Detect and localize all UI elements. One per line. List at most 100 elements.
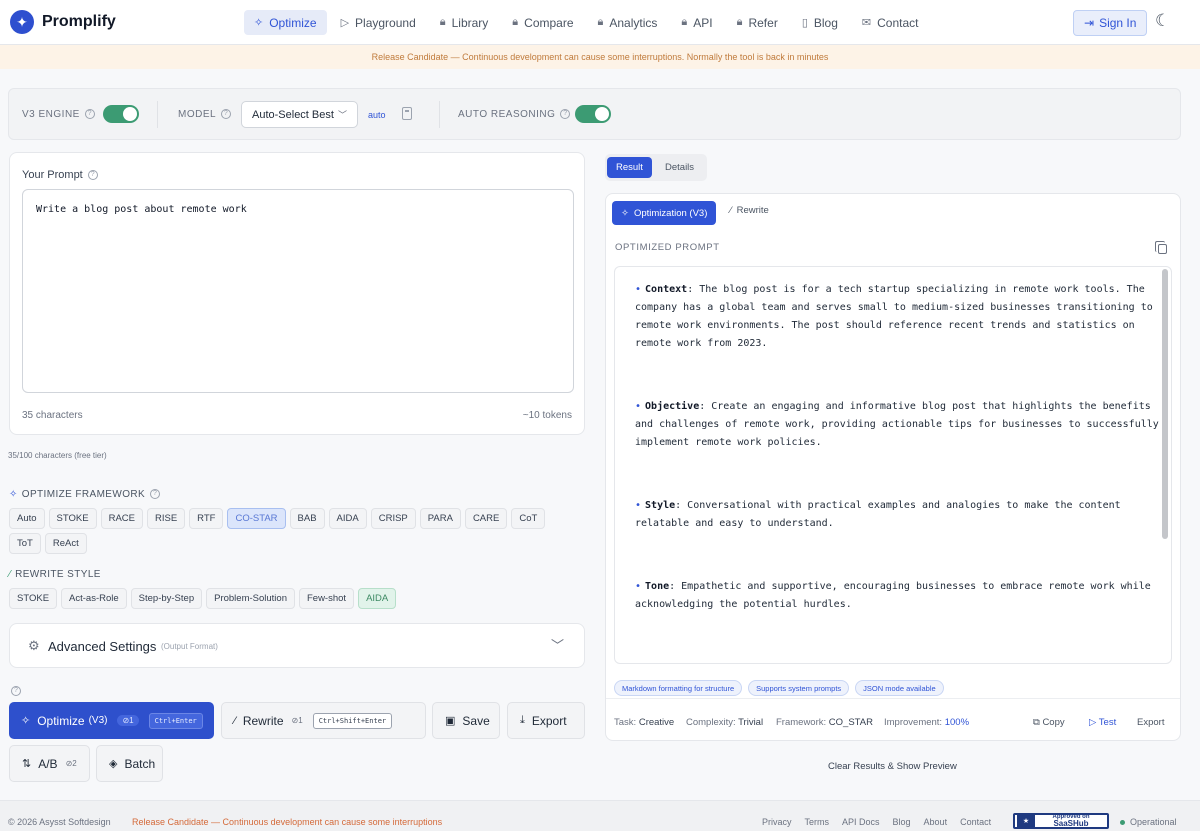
rewrite-style-chip-step-by-step[interactable]: Step-by-Step (130, 588, 203, 609)
lock-icon: 🔒︎ (736, 16, 743, 28)
rewrite-style-chip-few-shot[interactable]: Few-shot (298, 588, 355, 609)
framework-chip-rise[interactable]: RISE (146, 508, 186, 529)
framework-chip-cot[interactable]: CoT (511, 508, 546, 529)
help-icon[interactable]: ? (84, 109, 95, 120)
rewrite-style-chip-act-as-role[interactable]: Act-as-Role (61, 588, 127, 609)
sign-in-button[interactable]: ⇥ Sign In (1073, 10, 1148, 36)
model-select[interactable]: Auto-Select Best ﹀ (241, 101, 358, 128)
advanced-settings-subtitle: (Output Format) (161, 642, 218, 651)
help-icon[interactable]: ? (560, 109, 571, 120)
feature-tag-list: Markdown formatting for structure Support… (614, 680, 944, 696)
export-button[interactable]: ⤓ Export (507, 702, 585, 739)
nav-library[interactable]: 🔒︎ Library (430, 10, 499, 35)
advanced-settings-toggle[interactable]: ⚙ Advanced Settings (Output Format) ﹀ (9, 623, 585, 668)
clear-results-link[interactable]: Clear Results & Show Preview (828, 761, 957, 772)
nav-analytics[interactable]: 🔒︎ Analytics (588, 10, 668, 35)
help-icon[interactable]: ? (221, 109, 232, 120)
app-logo[interactable]: ✦ Promplify (10, 10, 116, 34)
gear-icon: ⚙ (28, 638, 40, 653)
help-icon[interactable]: ? (150, 489, 161, 500)
copy-icon[interactable] (1155, 241, 1167, 254)
footer-link-about[interactable]: About (924, 817, 948, 827)
footer-link-terms[interactable]: Terms (805, 817, 830, 827)
framework-chip-tot[interactable]: ToT (9, 533, 41, 554)
optimized-prompt-output: • Context: The blog post is for a tech st… (614, 266, 1172, 664)
calculator-icon[interactable] (402, 107, 412, 120)
framework-chip-care[interactable]: CARE (464, 508, 508, 529)
footer-link-api-docs[interactable]: API Docs (842, 817, 880, 827)
export-result-button[interactable]: Export (1137, 717, 1164, 728)
ab-test-button[interactable]: ⇅ A/B ⊘2 (9, 745, 90, 782)
tab-details[interactable]: Details (656, 157, 703, 178)
framework-chip-co-star[interactable]: CO-STAR (227, 508, 286, 529)
sparkles-icon: ✧ (21, 715, 31, 727)
footer-link-privacy[interactable]: Privacy (762, 817, 792, 827)
auto-link[interactable]: auto (368, 110, 386, 120)
framework-chip-aida[interactable]: AIDA (328, 508, 367, 529)
dark-mode-moon-icon[interactable]: ☾ (1155, 11, 1170, 31)
shortcut-hint: Ctrl+Enter (148, 712, 203, 729)
auto-reasoning-toggle[interactable] (575, 105, 611, 123)
footer-link-blog[interactable]: Blog (893, 817, 911, 827)
framework-chip-auto[interactable]: Auto (9, 508, 45, 529)
chevron-down-icon: ﹀ (337, 110, 347, 120)
improvement-meta: Improvement: 100% (884, 717, 970, 728)
rewrite-style-chip-stoke[interactable]: STOKE (9, 588, 58, 609)
nav-refer[interactable]: 🔒︎ Refer (727, 10, 788, 35)
prompt-textarea[interactable]: Write a blog post about remote work (22, 189, 574, 393)
framework-chip-stoke[interactable]: STOKE (48, 508, 97, 529)
result-panel: ✧ Optimization (V3) ⁄ Rewrite OPTIMIZED P… (605, 193, 1181, 741)
framework-chip-race[interactable]: RACE (100, 508, 143, 529)
framework-chip-crisp[interactable]: CRISP (370, 508, 416, 529)
free-tier-usage: 35/100 characters (free tier) (8, 451, 107, 460)
feature-tag: JSON mode available (855, 680, 944, 696)
framework-chip-react[interactable]: ReAct (44, 533, 87, 554)
nav-playground[interactable]: ▷ Playground (331, 10, 426, 35)
auto-reasoning-label: AUTO REASONING? (458, 109, 571, 120)
v3-engine-toggle[interactable] (103, 105, 139, 123)
book-icon: ▯ (801, 17, 808, 29)
credit-count: ⊘1 (291, 716, 303, 725)
batch-button[interactable]: ◈ Batch (96, 745, 163, 782)
nav-blog[interactable]: ▯ Blog (792, 10, 848, 35)
framework-chip-rtf[interactable]: RTF (189, 508, 224, 529)
test-button[interactable]: ▷ Test (1089, 717, 1116, 728)
optimize-button[interactable]: ✧ Optimize (V3) ⊘1 Ctrl+Enter (9, 702, 214, 739)
rewrite-style-chip-problem-solution[interactable]: Problem-Solution (206, 588, 295, 609)
chevron-down-icon: ﹀ (550, 638, 564, 653)
help-icon[interactable]: ? (11, 683, 21, 697)
nav-contact[interactable]: ✉ Contact (852, 10, 929, 35)
lock-icon: 🔒︎ (512, 16, 519, 28)
copyright: © 2026 Asysst Softdesign (8, 817, 111, 827)
framework-chip-para[interactable]: PARA (419, 508, 461, 529)
sign-in-icon: ⇥ (1084, 16, 1095, 30)
rewrite-view-button[interactable]: ⁄ Rewrite (730, 205, 769, 216)
nav-api[interactable]: 🔒︎ API (671, 10, 722, 35)
footer-link-contact[interactable]: Contact (960, 817, 991, 827)
sparkles-icon: ✧ (254, 17, 264, 29)
tab-result[interactable]: Result (607, 157, 652, 178)
status-indicator: Operational (1120, 817, 1177, 827)
feature-tag: Supports system prompts (748, 680, 850, 696)
framework-chip-bab[interactable]: BAB (289, 508, 325, 529)
task-meta: Task: Creative (614, 717, 675, 728)
divider (157, 101, 158, 128)
lock-icon: 🔒︎ (597, 16, 604, 28)
nav-optimize[interactable]: ✧ Optimize (244, 10, 327, 35)
optimization-view-button[interactable]: ✧ Optimization (V3) (612, 201, 717, 225)
rewrite-button[interactable]: ⁄ Rewrite ⊘1 Ctrl+Shift+Enter (221, 702, 426, 739)
copy-button[interactable]: ⧉ Copy (1033, 717, 1065, 728)
help-icon[interactable]: ? (87, 170, 98, 181)
release-candidate-note: Release Candidate — Continuous developme… (132, 817, 443, 827)
rewrite-style-chip-aida[interactable]: AIDA (358, 588, 397, 609)
feature-tag: Markdown formatting for structure (614, 680, 743, 696)
bullet-icon: • (635, 581, 642, 592)
scrollbar[interactable] (1162, 269, 1168, 539)
saashub-badge[interactable]: ★ Approved on SaaSHub (1013, 813, 1109, 829)
save-button[interactable]: ▣ Save (432, 702, 500, 739)
logo-star-icon: ✦ (10, 10, 34, 34)
prompt-section-tone: • Tone: Empathetic and supportive, encour… (635, 581, 1151, 610)
save-icon: ▣ (445, 715, 456, 727)
nav-compare[interactable]: 🔒︎ Compare (502, 10, 583, 35)
framework-meta: Framework: CO_STAR (776, 717, 873, 728)
